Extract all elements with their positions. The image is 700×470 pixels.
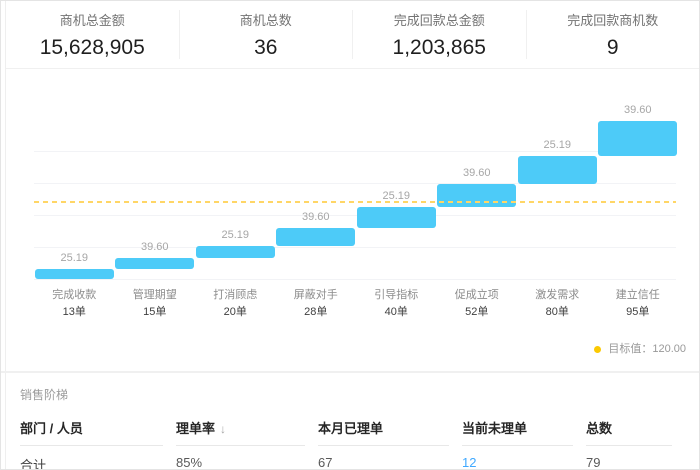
bar-value-label: 39.60 (598, 103, 679, 117)
x-axis-order-count: 52单 (437, 305, 518, 319)
target-legend-label: 目标值：120.00 (608, 342, 686, 356)
gridline (34, 279, 676, 280)
stage-bar-7[interactable] (518, 156, 597, 184)
x-axis-stage-label: 完成收款 (34, 288, 115, 302)
stat-card-payment-amount: 完成回款总金额 1,203,865 (353, 1, 526, 68)
target-legend-dot-icon (594, 346, 601, 353)
x-axis-order-count: 20单 (195, 305, 276, 319)
bar-value-label: 25.19 (195, 228, 276, 242)
x-axis-order-count: 15单 (115, 305, 196, 319)
stats-row: 商机总金额 15,628,905 商机总数 36 完成回款总金额 1,203,8… (6, 1, 699, 69)
bar-value-label: 39.60 (115, 240, 196, 254)
stat-label: 完成回款商机数 (567, 13, 658, 29)
bar-value-label: 39.60 (437, 166, 518, 180)
x-axis-order-count: 13单 (34, 305, 115, 319)
cell-month-done: 67 (318, 446, 449, 470)
chart-legend[interactable]: 目标值：120.00 (594, 342, 686, 356)
stat-label: 完成回款总金额 (394, 13, 485, 29)
x-axis-order-count: 40单 (356, 305, 437, 319)
col-header-pending[interactable]: 当前未理单 (462, 415, 573, 446)
col-header-rate[interactable]: 理单率↓ (176, 415, 305, 446)
x-axis-stage-label: 引导指标 (356, 288, 437, 302)
cell-total: 79 (586, 446, 672, 470)
x-axis-stage-label: 屏蔽对手 (276, 288, 357, 302)
sales-ladder-section: 销售阶梯 部门 / 人员 理单率↓ 本月已理单 当前未理单 总数 合计 85% … (1, 372, 699, 469)
bar-value-label: 39.60 (276, 210, 357, 224)
stage-bar-8[interactable] (598, 121, 677, 156)
col-header-month-done[interactable]: 本月已理单 (318, 415, 449, 446)
stage-bar-6[interactable] (437, 184, 516, 207)
stat-value: 15,628,905 (40, 36, 145, 60)
bar-value-label: 25.19 (517, 138, 598, 152)
table-header-row: 部门 / 人员 理单率↓ 本月已理单 当前未理单 总数 (20, 415, 685, 446)
bar-value-label: 25.19 (34, 251, 115, 265)
col-header-department: 部门 / 人员 (20, 415, 163, 446)
stat-card-opportunity-count: 商机总数 36 (180, 1, 353, 68)
stage-bar-4[interactable] (276, 228, 355, 246)
sales-stage-chart: 目标值：120.00 25.19 完成收款 13单 39.60 管理期望 15单 25.19… (1, 69, 699, 372)
stage-bar-2[interactable] (115, 258, 194, 269)
x-axis-order-count: 28单 (276, 305, 357, 319)
stage-bar-3[interactable] (196, 246, 275, 258)
x-axis-stage-label: 建立信任 (598, 288, 679, 302)
sales-dashboard: 商机总金额 15,628,905 商机总数 36 完成回款总金额 1,203,8… (0, 0, 700, 470)
x-axis-stage-label: 激发需求 (517, 288, 598, 302)
x-axis-order-count: 80单 (517, 305, 598, 319)
stat-card-payment-count: 完成回款商机数 9 (527, 1, 700, 68)
stat-label: 商机总金额 (60, 13, 125, 29)
sales-ladder-table: 部门 / 人员 理单率↓ 本月已理单 当前未理单 总数 合计 85% 67 12… (20, 415, 685, 470)
stage-bar-5[interactable] (357, 207, 436, 228)
section-title: 销售阶梯 (20, 388, 685, 403)
stat-value: 1,203,865 (393, 36, 486, 60)
col-header-total[interactable]: 总数 (586, 415, 672, 446)
stage-bar-1[interactable] (35, 269, 114, 279)
cell-pending-link[interactable]: 12 (462, 455, 476, 470)
x-axis-stage-label: 促成立项 (437, 288, 518, 302)
target-value-line (34, 201, 676, 203)
stat-label: 商机总数 (240, 13, 292, 29)
cell-department: 合计 (20, 446, 163, 470)
cell-rate: 85% (176, 446, 305, 470)
table-row-total: 合计 85% 67 12 79 (20, 446, 685, 470)
x-axis-stage-label: 管理期望 (115, 288, 196, 302)
x-axis-order-count: 95单 (598, 305, 679, 319)
stat-value: 36 (254, 36, 277, 60)
x-axis-stage-label: 打消顾虑 (195, 288, 276, 302)
stat-value: 9 (607, 36, 619, 60)
stat-card-opportunity-amount: 商机总金额 15,628,905 (6, 1, 179, 68)
sort-desc-icon[interactable]: ↓ (220, 422, 226, 436)
